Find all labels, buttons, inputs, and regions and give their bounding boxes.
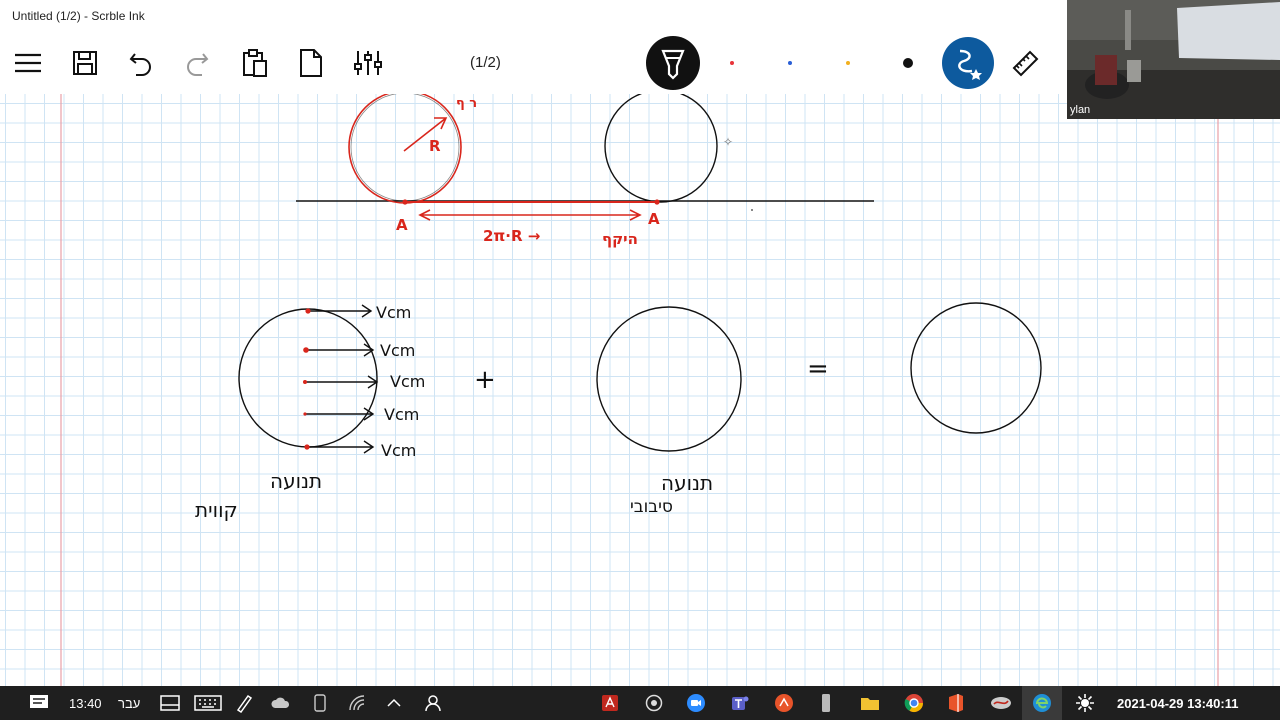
classroom-video-frame: [1067, 0, 1280, 119]
save-icon[interactable]: [66, 32, 104, 94]
pen-color-blue[interactable]: [788, 61, 792, 65]
label-vcm-3: Vcm: [390, 372, 425, 391]
edge-icon[interactable]: [1022, 686, 1062, 720]
plus-sign: +: [474, 365, 496, 395]
label-distance: 2π·R →: [483, 227, 540, 245]
label-circumference: היקף: [602, 230, 638, 248]
red-wheel-inner: [350, 94, 460, 202]
chrome-icon[interactable]: [902, 686, 926, 720]
onedrive-icon[interactable]: [270, 686, 292, 720]
label-vcm-4: Vcm: [384, 405, 419, 424]
app-circle-icon[interactable]: [642, 686, 666, 720]
device-icon[interactable]: [310, 686, 330, 720]
contact-point-right: [654, 199, 660, 205]
label-rotational-motion-2: סיבובי: [630, 497, 673, 517]
label-vcm-2: Vcm: [380, 341, 415, 360]
label-vcm-5: Vcm: [381, 441, 416, 460]
wifi-icon[interactable]: [347, 686, 369, 720]
page-indicator: (1/2): [470, 54, 501, 71]
pen-color-yellow[interactable]: [846, 61, 850, 65]
undo-icon[interactable]: [122, 32, 160, 94]
scrble-ink-icon[interactable]: [988, 686, 1014, 720]
pen-icon[interactable]: [646, 32, 700, 94]
taskbar-datetime[interactable]: 2021-04-29 13:40:11: [1117, 696, 1238, 711]
paste-icon[interactable]: [236, 32, 274, 94]
new-page-icon[interactable]: [292, 32, 330, 94]
equals-sign: =: [807, 354, 829, 384]
ink-canvas[interactable]: R ר ף ✧ A A 2π·R → היקף Vcm Vcm Vcm Vcm …: [0, 94, 1280, 686]
distance-arrow: [418, 209, 642, 221]
usb-device-icon[interactable]: [816, 686, 836, 720]
brightness-icon[interactable]: [1072, 686, 1098, 720]
ink-drawing: R ר ף ✧ A A 2π·R → היקף Vcm Vcm Vcm Vcm …: [60, 94, 1219, 686]
label-linear-motion-2: קווית: [195, 498, 238, 522]
video-thumbnail[interactable]: ylan: [1067, 0, 1280, 119]
black-wheel: [604, 94, 718, 203]
notification-icon[interactable]: [26, 686, 52, 720]
ruler-icon[interactable]: [1006, 32, 1044, 94]
result-circle: [910, 302, 1042, 434]
label-A-right: A: [648, 210, 660, 228]
pen-workspace-icon[interactable]: [232, 686, 256, 720]
language-indicator[interactable]: עבר: [118, 696, 140, 711]
shape-icon[interactable]: [942, 32, 994, 94]
participant-name: ylan: [1070, 104, 1091, 116]
label-top-note: ר ף: [456, 96, 477, 111]
acrobat-icon[interactable]: [598, 686, 622, 720]
settings-icon[interactable]: [348, 32, 388, 94]
pen-color-black[interactable]: [903, 58, 913, 68]
label-vcm-1: Vcm: [376, 303, 411, 322]
contact-point-left: [402, 199, 408, 205]
people-icon[interactable]: [422, 686, 444, 720]
label-rotational-motion-1: תנועה: [661, 471, 713, 495]
cursor-star-icon: ✧: [723, 135, 733, 149]
dex-icon[interactable]: [772, 686, 796, 720]
tablet-icon[interactable]: [158, 686, 182, 720]
taskbar-time[interactable]: 13:40: [69, 696, 102, 711]
velocity-arrows: [303, 304, 379, 454]
file-explorer-icon[interactable]: [858, 686, 882, 720]
rotational-motion-circle: [596, 306, 742, 452]
redo-icon[interactable]: [178, 32, 216, 94]
chevron-up-icon[interactable]: [384, 686, 404, 720]
label-R: R: [429, 137, 441, 155]
office-icon[interactable]: [944, 686, 968, 720]
window-title: Untitled (1/2) - Scrble Ink: [12, 9, 145, 23]
label-linear-motion-1: תנועה: [270, 469, 322, 493]
taskbar: 13:40 עבר 2021-04-29 13:40:11: [0, 686, 1280, 720]
pen-color-red[interactable]: [730, 61, 734, 65]
menu-icon[interactable]: [8, 32, 48, 94]
zoom-icon[interactable]: [684, 686, 708, 720]
label-A-left: A: [396, 216, 408, 234]
linear-motion-circle: [238, 308, 378, 448]
teams-icon[interactable]: [728, 686, 752, 720]
keyboard-icon[interactable]: [192, 686, 224, 720]
stray-dot: [751, 209, 753, 211]
